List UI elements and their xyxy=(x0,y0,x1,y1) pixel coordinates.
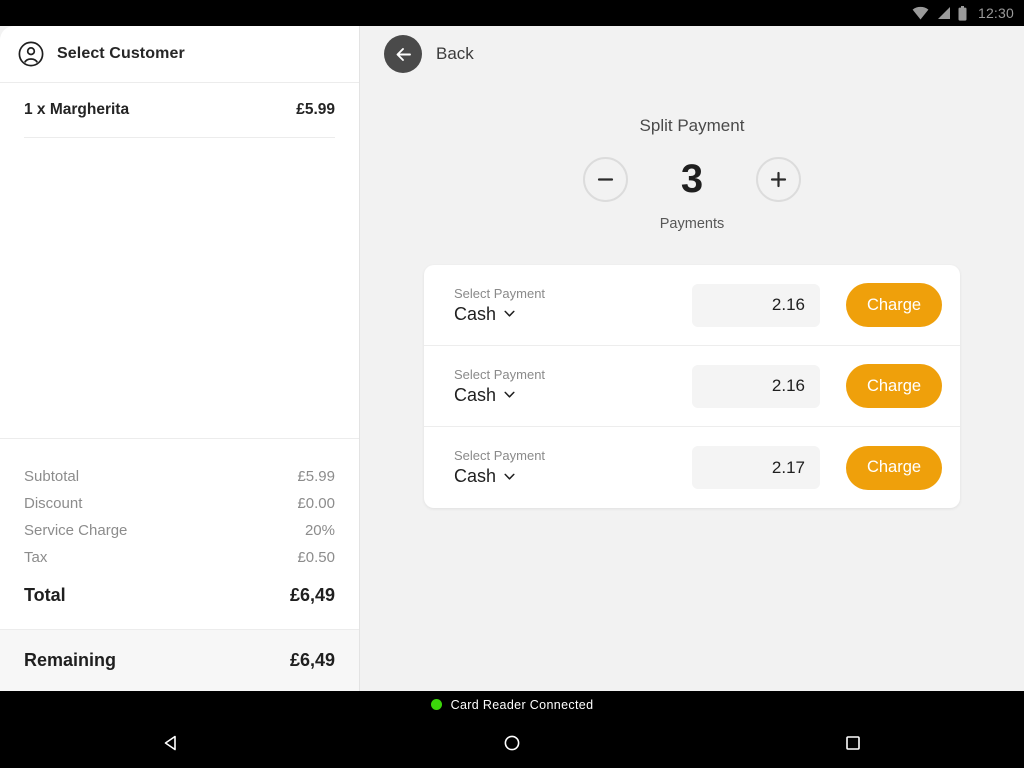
payment-row: Select Payment Cash 2.17 Charge xyxy=(424,427,960,508)
back-button-circle xyxy=(384,35,422,73)
app-container: Select Customer 1 x Margherita £5.99 Sub… xyxy=(0,26,1024,691)
payment-amount-input-3[interactable]: 2.17 xyxy=(692,446,820,489)
payment-method-select-1[interactable]: Select Payment Cash xyxy=(454,285,692,326)
payment-method-value: Cash xyxy=(454,466,497,486)
payment-method-value-wrap: Cash xyxy=(454,302,692,326)
payment-method-select-3[interactable]: Select Payment Cash xyxy=(454,447,692,488)
device-screen: 12:30 Select Customer 1 x Margherita £5.… xyxy=(0,0,1024,768)
nav-home-button[interactable] xyxy=(472,718,552,768)
payment-row: Select Payment Cash 2.16 Charge xyxy=(424,346,960,427)
signal-icon xyxy=(937,7,950,19)
discount-label: Discount xyxy=(24,495,83,512)
plus-icon xyxy=(770,171,787,188)
remaining-row: Remaining £6,49 xyxy=(0,629,359,691)
discount-value: £0.00 xyxy=(297,495,335,512)
payment-method-hint: Select Payment xyxy=(454,366,546,382)
grand-total-label: Total xyxy=(24,585,66,605)
status-indicator-dot xyxy=(430,699,442,710)
total-row-subtotal: Subtotal £5.99 xyxy=(24,463,335,490)
payments-count: 3 xyxy=(680,157,704,201)
wifi-icon xyxy=(912,6,929,20)
increment-payments-button[interactable] xyxy=(756,157,801,202)
payment-row: Select Payment Cash 2.16 Charge xyxy=(424,265,960,346)
payment-method-value: Cash xyxy=(454,303,497,324)
payment-method-hint: Select Payment xyxy=(454,448,546,463)
split-payment-panel: Back Split Payment 3 Payments Select Pay… xyxy=(360,26,1024,691)
totals-section: Subtotal £5.99 Discount £0.00 Service Ch… xyxy=(0,438,359,629)
back-button[interactable]: Back xyxy=(384,35,474,73)
line-item-name: 1 x Margherita xyxy=(24,101,130,118)
home-circle-icon xyxy=(504,735,520,751)
payment-method-value: Cash xyxy=(454,384,497,405)
card-reader-status-text: Card Reader Connected xyxy=(450,697,594,712)
recents-square-icon xyxy=(846,736,861,750)
chevron-down-icon xyxy=(504,473,515,480)
payments-stepper: 3 xyxy=(360,157,1024,202)
payments-count-label: Payments xyxy=(659,216,725,232)
total-row-grand: Total £6,49 xyxy=(24,571,335,611)
service-charge-value: 20% xyxy=(304,522,335,539)
payment-amount-input-1[interactable]: 2.16 xyxy=(692,283,820,327)
split-payment-title: Split Payment xyxy=(639,116,745,135)
status-icon-group: 12:30 xyxy=(912,5,1014,21)
arrow-left-icon xyxy=(396,47,411,61)
subtotal-label: Subtotal xyxy=(24,468,80,485)
card-reader-status-bar: Card Reader Connected xyxy=(0,691,1024,718)
minus-icon xyxy=(597,178,614,181)
service-charge-label: Service Charge xyxy=(24,522,128,539)
chevron-down-icon xyxy=(504,310,515,317)
total-row-tax: Tax £0.50 xyxy=(24,544,335,571)
order-ticket-panel: Select Customer 1 x Margherita £5.99 Sub… xyxy=(0,26,360,691)
tax-value: £0.50 xyxy=(297,549,335,566)
nav-recents-button[interactable] xyxy=(813,718,893,768)
payment-method-hint: Select Payment xyxy=(454,285,546,301)
payment-rows-card: Select Payment Cash 2.16 Charge Select P xyxy=(424,265,960,508)
line-item-price: £5.99 xyxy=(296,101,335,118)
payment-method-select-2[interactable]: Select Payment Cash xyxy=(454,366,692,407)
nav-back-button[interactable] xyxy=(131,718,211,768)
subtotal-value: £5.99 xyxy=(297,468,335,485)
total-row-discount: Discount £0.00 xyxy=(24,490,335,517)
line-items-list: 1 x Margherita £5.99 xyxy=(0,83,359,438)
back-triangle-icon xyxy=(164,735,176,751)
grand-total-value: £6,49 xyxy=(289,585,335,605)
charge-button-3[interactable]: Charge xyxy=(846,445,942,490)
battery-icon xyxy=(958,5,967,21)
payment-amount-input-2[interactable]: 2.16 xyxy=(692,364,820,408)
charge-button-2[interactable]: Charge xyxy=(846,364,942,408)
select-customer-label: Select Customer xyxy=(57,45,185,62)
payment-method-value-wrap: Cash xyxy=(454,383,692,407)
line-item[interactable]: 1 x Margherita £5.99 xyxy=(24,83,335,138)
payment-method-value-wrap: Cash xyxy=(454,464,692,488)
android-status-bar: 12:30 xyxy=(0,0,1024,26)
tax-label: Tax xyxy=(24,549,48,566)
decrement-payments-button[interactable] xyxy=(583,157,628,202)
total-row-service-charge: Service Charge 20% xyxy=(24,517,335,544)
select-customer-button[interactable]: Select Customer xyxy=(0,26,359,83)
remaining-label: Remaining xyxy=(24,650,117,670)
charge-button-1[interactable]: Charge xyxy=(846,283,942,327)
chevron-down-icon xyxy=(504,391,515,398)
status-clock: 12:30 xyxy=(977,5,1014,21)
user-circle-icon xyxy=(18,41,44,67)
remaining-value: £6,49 xyxy=(289,650,335,670)
back-button-label: Back xyxy=(436,44,474,63)
android-nav-bar xyxy=(0,718,1024,768)
